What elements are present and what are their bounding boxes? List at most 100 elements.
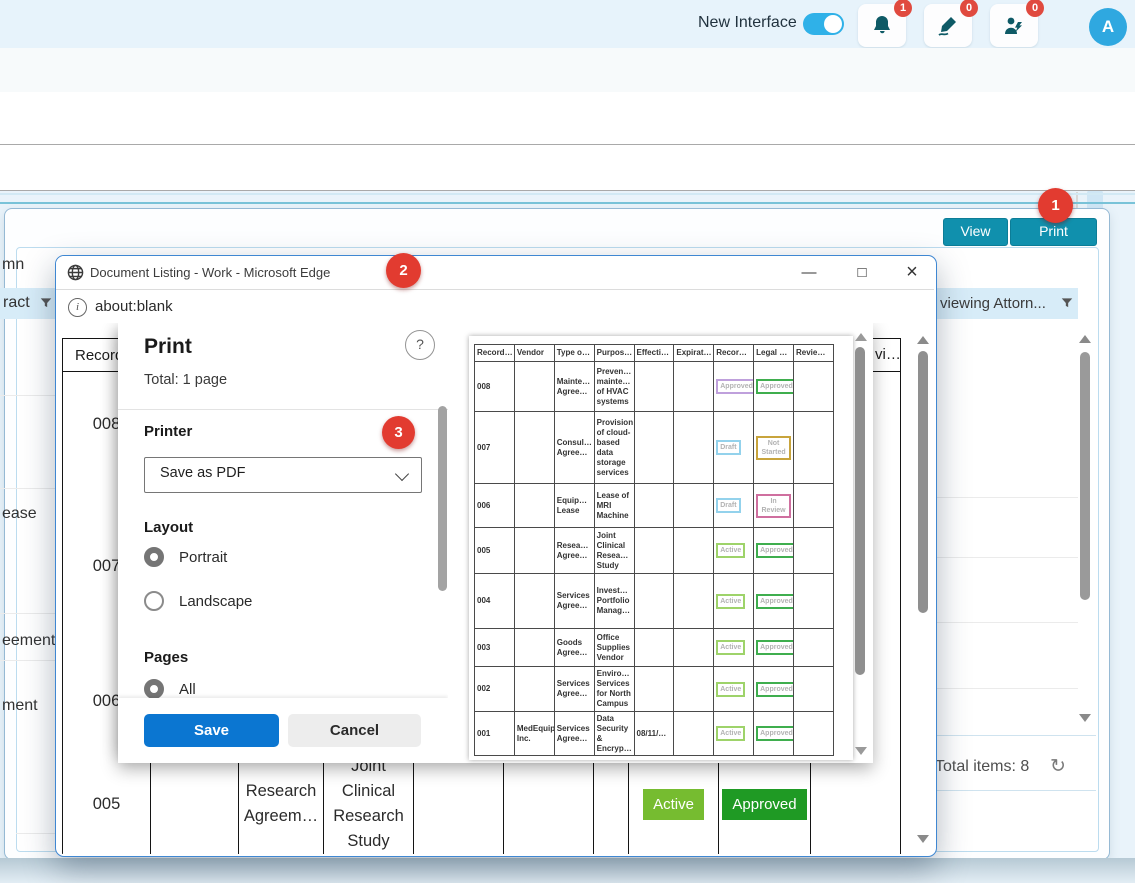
- preview-cell: 002: [475, 667, 515, 712]
- signatures-badge: 0: [960, 0, 978, 17]
- preview-status-badge: Active: [716, 726, 745, 741]
- preview-status-badge: Approved: [756, 543, 793, 558]
- preview-cell: [514, 484, 554, 528]
- annotation-1: 1: [1038, 188, 1073, 223]
- scroll-up-arrow[interactable]: [917, 336, 929, 344]
- preview-scrollbar-thumb[interactable]: [855, 347, 865, 675]
- refresh-icon[interactable]: ↻: [1050, 755, 1066, 778]
- row-divider: [0, 613, 55, 614]
- total-pages-label: Total: 1 page: [144, 372, 227, 388]
- preview-cell: [794, 667, 834, 712]
- preview-cell: [794, 629, 834, 667]
- globe-icon: [67, 264, 84, 281]
- preview-cell: In Review: [754, 484, 794, 528]
- preview-cell: Office Supplies Vendor: [594, 629, 634, 667]
- portrait-label: Portrait: [179, 549, 227, 566]
- landscape-radio[interactable]: [144, 591, 164, 611]
- preview-cell: 007: [475, 412, 515, 484]
- save-button[interactable]: Save: [144, 714, 279, 747]
- preview-cell: [514, 412, 554, 484]
- filter-icon[interactable]: [1060, 296, 1074, 310]
- notifications-button[interactable]: 1: [858, 4, 906, 47]
- preview-table-row: 005Resea… Agree…Joint Clinical Resea… St…: [475, 528, 834, 574]
- preview-column-header: Purpos…: [594, 345, 634, 362]
- preview-status-badge: Approved: [756, 640, 793, 655]
- help-button[interactable]: ?: [405, 330, 435, 360]
- preview-cell: Consul… Agree…: [554, 412, 594, 484]
- printer-select[interactable]: Save as PDF: [144, 457, 422, 493]
- portrait-radio[interactable]: [144, 547, 164, 567]
- preview-cell: Active: [714, 712, 754, 756]
- new-interface-toggle[interactable]: [803, 13, 844, 35]
- user-actions-button[interactable]: 0: [990, 4, 1038, 47]
- preview-cell: Invest… Portfolio Manag…: [594, 574, 634, 629]
- pages-all-label: All: [179, 681, 196, 698]
- preview-column-header: Legal …: [754, 345, 794, 362]
- user-alert-icon: [1002, 14, 1026, 38]
- printer-select-value: Save as PDF: [160, 465, 245, 481]
- preview-cell: Active: [714, 574, 754, 629]
- preview-status-badge: Draft: [716, 440, 740, 455]
- preview-table-row: 003Goods Agree…Office Supplies VendorAct…: [475, 629, 834, 667]
- preview-status-badge: Approved: [756, 379, 793, 394]
- scroll-up-arrow[interactable]: [1079, 335, 1091, 343]
- preview-cell: [634, 629, 674, 667]
- partial-lease-text: ease: [2, 505, 37, 523]
- view-all-button[interactable]: View All: [943, 218, 1008, 246]
- filter-icon[interactable]: [39, 296, 53, 310]
- edge-scrollbar-thumb[interactable]: [918, 351, 928, 613]
- preview-cell: [674, 362, 714, 412]
- edge-url-bar[interactable]: i about:blank: [56, 290, 934, 323]
- row-divider: [0, 660, 55, 661]
- scroll-down-arrow[interactable]: [917, 835, 929, 843]
- preview-cell: [674, 528, 714, 574]
- preview-cell: Not Started: [754, 412, 794, 484]
- preview-cell: [794, 412, 834, 484]
- maximize-button[interactable]: □: [849, 262, 875, 284]
- contract-column-header: ract: [3, 294, 30, 312]
- preview-cell: [674, 484, 714, 528]
- preview-cell: Approved: [754, 712, 794, 756]
- preview-cell: 003: [475, 629, 515, 667]
- preview-cell: Lease of MRI Machine: [594, 484, 634, 528]
- toggle-knob: [824, 15, 842, 33]
- preview-table-row: 008Mainte… Agree…Preven… mainte… of HVAC…: [475, 362, 834, 412]
- dialog-scrollbar-thumb[interactable]: [438, 406, 447, 591]
- row-divider: [0, 488, 55, 489]
- preview-table-row: 007Consul… Agree…Provision of cloud- bas…: [475, 412, 834, 484]
- row-divider: [934, 497, 1078, 498]
- divider: [118, 409, 448, 410]
- page-bottom-band: [0, 858, 1135, 883]
- minimize-button[interactable]: —: [796, 262, 822, 284]
- chevron-down-icon: [395, 467, 409, 481]
- panel-accent-line: [0, 202, 1135, 204]
- preview-cell: Preven… mainte… of HVAC systems: [594, 362, 634, 412]
- avatar[interactable]: A: [1089, 8, 1127, 46]
- scroll-up-arrow[interactable]: [855, 333, 867, 341]
- preview-status-badge: Approved: [716, 379, 753, 394]
- preview-cell: [514, 629, 554, 667]
- preview-cell: [794, 362, 834, 412]
- print-overlay: Print ? Total: 1 page Printer Save as PD…: [118, 323, 873, 763]
- preview-cell: Draft: [714, 484, 754, 528]
- preview-cell: Services Agree…: [554, 667, 594, 712]
- info-icon: i: [68, 298, 87, 317]
- preview-cell: 005: [475, 528, 515, 574]
- scroll-down-arrow[interactable]: [1079, 714, 1091, 722]
- preview-table-row: 004Services Agree…Invest… Portfolio Mana…: [475, 574, 834, 629]
- preview-cell: Resea… Agree…: [554, 528, 594, 574]
- dialog-footer: Save Cancel: [118, 698, 448, 763]
- signatures-button[interactable]: 0: [924, 4, 972, 47]
- preview-cell: MedEquip Inc.: [514, 712, 554, 756]
- row-divider: [934, 557, 1078, 558]
- printer-label: Printer: [144, 423, 192, 440]
- pages-all-radio[interactable]: [144, 679, 164, 699]
- preview-status-badge: Approved: [756, 594, 793, 609]
- preview-status-badge: Draft: [716, 498, 740, 513]
- cancel-button[interactable]: Cancel: [288, 714, 421, 747]
- close-button[interactable]: ×: [899, 262, 925, 284]
- preview-cell: [674, 712, 714, 756]
- vertical-scrollbar-thumb[interactable]: [1080, 352, 1090, 600]
- preview-cell: Draft: [714, 412, 754, 484]
- scroll-down-arrow[interactable]: [855, 747, 867, 755]
